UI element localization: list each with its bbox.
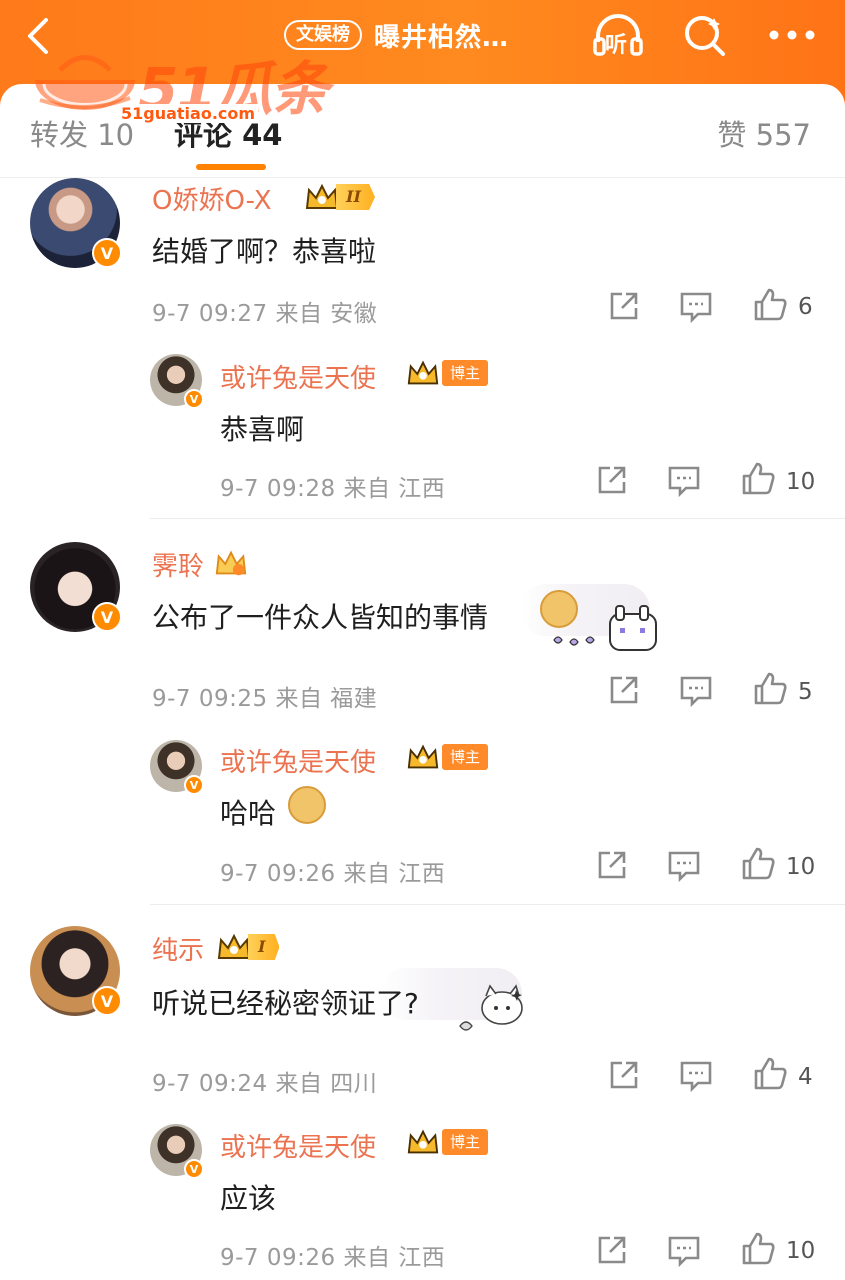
comment-text: 哈哈 (220, 797, 277, 830)
username[interactable]: 或许兔是天使 (220, 742, 376, 779)
like-count: 10 (786, 854, 816, 880)
like-button[interactable] (752, 1055, 792, 1095)
repost-button[interactable] (594, 847, 634, 887)
comment-bubble-icon (668, 466, 700, 498)
comment-button[interactable] (678, 672, 718, 712)
thumbs-up-icon (742, 462, 775, 495)
comment-text: 听说已经秘密领证了? (152, 987, 419, 1020)
verified-badge-icon: V (92, 986, 122, 1016)
doge-emoji-icon (288, 786, 326, 824)
like-count: 6 (798, 294, 813, 320)
comment-meta: 9-7 09:24 来自 四川 (152, 1071, 378, 1097)
crown-icon (305, 183, 339, 209)
divider (150, 518, 845, 519)
thumbs-up-icon (754, 1057, 787, 1090)
thumbs-up-icon (742, 847, 775, 880)
repost-button[interactable] (594, 462, 634, 502)
watermark-url: 51guatiao.com (118, 104, 259, 123)
verified-badge-icon: V (92, 602, 122, 632)
watermark: 51瓜条 51guatiao.com (30, 40, 330, 123)
username[interactable]: O娇娇O-X (152, 180, 272, 217)
comment-text: 结婚了啊？恭喜啦 (152, 235, 377, 268)
comment-button[interactable] (678, 288, 718, 328)
comment-button[interactable] (666, 462, 706, 502)
share-square-icon (610, 676, 638, 704)
verified-badge-icon: V (184, 1159, 204, 1179)
comment-bubble-icon (668, 851, 700, 883)
search-button[interactable] (680, 12, 732, 58)
repost-button[interactable] (606, 288, 646, 328)
comment-button[interactable] (666, 847, 706, 887)
share-square-icon (598, 851, 626, 879)
comment-meta: 9-7 09:28 来自 江西 (220, 476, 446, 502)
divider (150, 904, 845, 905)
author-badge: 博主 (406, 1127, 489, 1157)
like-button[interactable] (740, 1230, 780, 1270)
crown-icon (215, 550, 247, 576)
author-badge: 博主 (406, 358, 489, 388)
thumbs-up-icon (742, 1232, 775, 1265)
rabbit-pixel-icon (609, 605, 657, 651)
more-button[interactable] (764, 18, 820, 52)
crown-icon (407, 1129, 439, 1154)
comment-meta: 9-7 09:27 来自 安徽 (152, 301, 378, 327)
verified-badge-icon: V (184, 389, 204, 409)
comment-meta: 9-7 09:26 来自 江西 (220, 1245, 446, 1271)
comment-bubble-icon (680, 676, 712, 708)
thumbs-up-icon (754, 672, 787, 705)
page-title[interactable]: 曝井柏然… (374, 17, 509, 54)
listen-button[interactable]: 听 (592, 12, 644, 58)
tab-like[interactable]: 赞 557 (717, 112, 811, 154)
comment-bubble-icon (680, 292, 712, 324)
member-level-badge (214, 548, 248, 578)
share-square-icon (598, 466, 626, 494)
share-square-icon (598, 1236, 626, 1264)
comment-bubble-icon (668, 1236, 700, 1268)
thumbs-up-icon (754, 288, 787, 321)
more-dots-icon (769, 30, 815, 40)
crown-icon (217, 933, 251, 959)
member-level-badge: II (304, 182, 375, 212)
like-button[interactable] (752, 670, 792, 710)
like-count: 10 (786, 1238, 816, 1264)
repost-button[interactable] (594, 1232, 634, 1272)
comment-button[interactable] (666, 1232, 706, 1272)
comment-panel: 转发 10 评论 44 赞 557 (0, 84, 845, 1280)
username[interactable]: 或许兔是天使 (220, 1127, 376, 1164)
username[interactable]: 或许兔是天使 (220, 358, 376, 395)
username[interactable]: 纯示 (152, 930, 204, 967)
like-button[interactable] (740, 845, 780, 885)
like-count: 4 (798, 1064, 813, 1090)
share-square-icon (610, 1061, 638, 1089)
like-button[interactable] (752, 286, 792, 326)
crown-icon (407, 360, 439, 385)
repost-button[interactable] (606, 1057, 646, 1097)
tab-indicator (196, 164, 266, 170)
like-count: 5 (798, 679, 813, 705)
verified-badge-icon: V (184, 775, 204, 795)
cat-sticker-icon (459, 984, 523, 1031)
member-level-badge: I (216, 932, 280, 962)
comment-button[interactable] (678, 1057, 718, 1097)
author-badge: 博主 (406, 742, 489, 772)
comment-text: 公布了一件众人皆知的事情 (152, 601, 489, 634)
comment-bubble-icon (680, 1061, 712, 1093)
like-button[interactable] (740, 460, 780, 500)
comment-text: 恭喜啊 (220, 413, 305, 446)
comment-text: 应该 (220, 1182, 277, 1215)
comment-meta: 9-7 09:26 来自 江西 (220, 861, 446, 887)
like-count: 10 (786, 469, 816, 495)
share-square-icon (610, 292, 638, 320)
verified-badge-icon: V (92, 238, 122, 268)
watermelon-logo-icon (35, 55, 135, 110)
search-icon (685, 16, 725, 56)
listen-label: 听 (605, 33, 628, 58)
comment-meta: 9-7 09:25 来自 福建 (152, 686, 378, 712)
crown-icon (407, 744, 439, 769)
username[interactable]: 霁聆 (152, 546, 204, 583)
repost-button[interactable] (606, 672, 646, 712)
